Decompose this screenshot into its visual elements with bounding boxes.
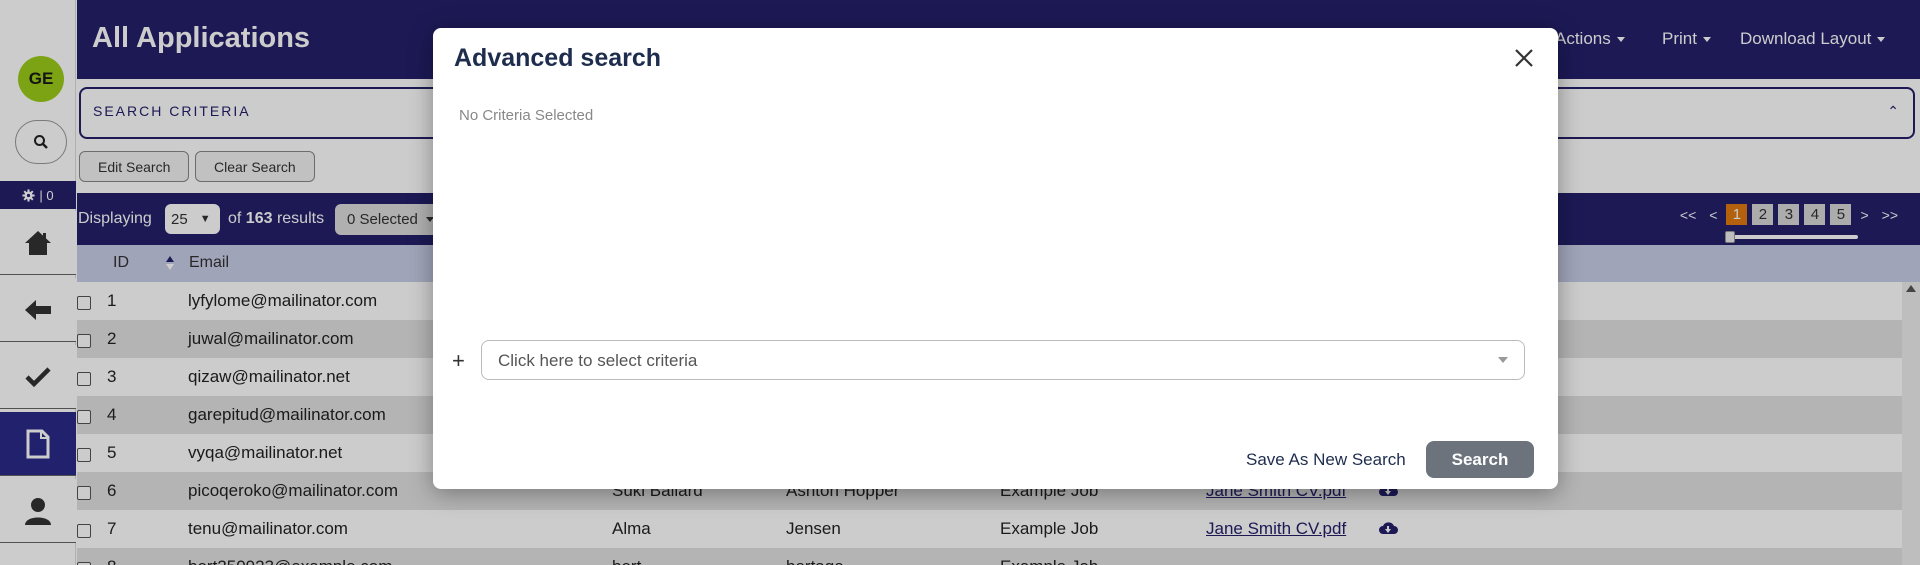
close-icon[interactable] xyxy=(1512,46,1536,70)
advanced-search-modal: Advanced search No Criteria Selected + C… xyxy=(433,28,1558,489)
search-button[interactable]: Search xyxy=(1426,441,1534,478)
chevron-down-icon xyxy=(1498,357,1508,363)
criteria-placeholder: Click here to select criteria xyxy=(498,351,698,370)
save-as-new-search-button[interactable]: Save As New Search xyxy=(1246,450,1406,470)
modal-title: Advanced search xyxy=(454,44,662,72)
no-criteria-text: No Criteria Selected xyxy=(459,107,594,124)
add-criteria-icon[interactable]: + xyxy=(452,348,465,374)
criteria-select[interactable]: Click here to select criteria xyxy=(481,340,1525,380)
